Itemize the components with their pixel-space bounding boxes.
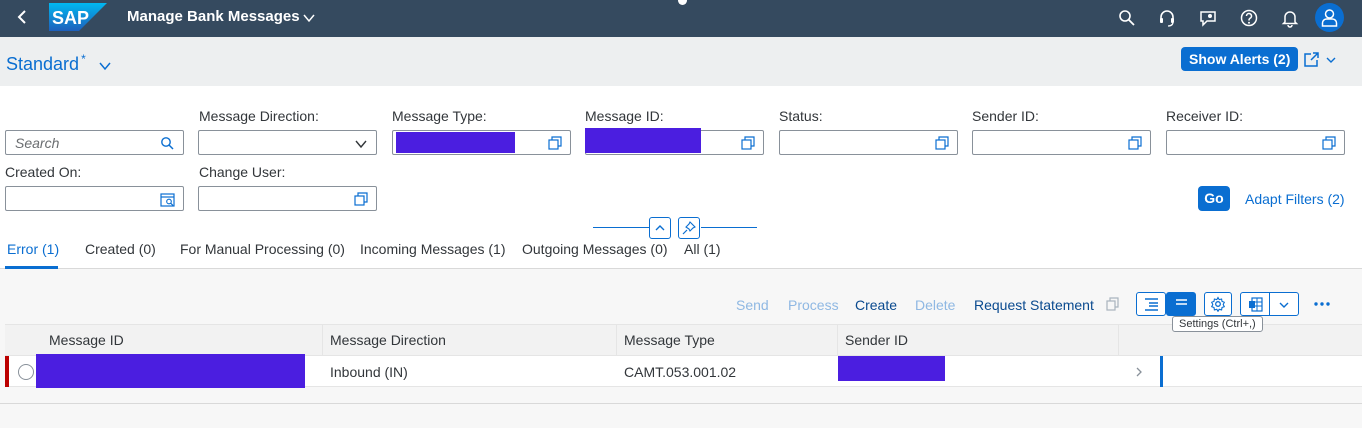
request-statement-button[interactable]: Request Statement bbox=[974, 297, 1094, 313]
redacted-value bbox=[396, 132, 515, 153]
row-focus-edge bbox=[1160, 356, 1163, 387]
pin-icon bbox=[682, 221, 696, 235]
collapse-header-button[interactable] bbox=[649, 217, 671, 239]
share-icon[interactable] bbox=[1302, 51, 1320, 69]
value-help-icon[interactable] bbox=[741, 136, 755, 150]
export-menu-button[interactable] bbox=[1269, 292, 1299, 316]
chevron-down-icon[interactable] bbox=[1325, 54, 1337, 66]
value-help-icon[interactable] bbox=[935, 136, 949, 150]
created-on-field[interactable] bbox=[5, 186, 184, 211]
back-icon[interactable] bbox=[14, 8, 32, 26]
value-help-icon[interactable] bbox=[1322, 136, 1336, 150]
redacted-value bbox=[585, 128, 701, 153]
settings-button[interactable] bbox=[1204, 292, 1232, 316]
user-avatar[interactable] bbox=[1315, 3, 1344, 32]
pin-header-button[interactable] bbox=[678, 217, 700, 239]
column-divider bbox=[322, 324, 323, 356]
receiver-id-field[interactable] bbox=[1166, 130, 1345, 155]
redacted-message-id bbox=[36, 354, 305, 388]
status-label: Status: bbox=[779, 108, 823, 124]
bell-icon[interactable] bbox=[1280, 8, 1300, 28]
message-type-field[interactable] bbox=[392, 130, 571, 155]
value-help-icon[interactable] bbox=[354, 192, 368, 206]
show-details-icon bbox=[1145, 298, 1158, 311]
calendar-icon[interactable] bbox=[160, 192, 175, 207]
change-user-field[interactable] bbox=[198, 186, 377, 211]
tab-incoming-messages[interactable]: Incoming Messages (1) bbox=[360, 241, 506, 257]
dynamic-page-header: Standard * Show Alerts (2) bbox=[0, 37, 1362, 86]
tab-created[interactable]: Created (0) bbox=[85, 241, 156, 257]
row-select-radio[interactable] bbox=[18, 364, 34, 380]
search-input[interactable]: Search bbox=[5, 130, 184, 155]
chevron-down-icon[interactable] bbox=[302, 11, 316, 25]
message-id-field[interactable] bbox=[585, 128, 764, 155]
sap-logo[interactable]: SAP bbox=[49, 3, 107, 31]
shell-bar: SAP Manage Bank Messages bbox=[0, 0, 1362, 37]
svg-text:SAP: SAP bbox=[52, 8, 89, 28]
delete-button[interactable]: Delete bbox=[915, 297, 955, 313]
column-divider bbox=[1118, 324, 1119, 356]
export-button[interactable] bbox=[1240, 292, 1270, 316]
redacted-sender-id bbox=[838, 356, 945, 381]
message-direction-label: Message Direction: bbox=[199, 108, 319, 124]
column-sender-id[interactable]: Sender ID bbox=[845, 332, 908, 348]
shell-indicator bbox=[678, 0, 687, 5]
column-divider bbox=[837, 324, 838, 356]
change-user-label: Change User: bbox=[199, 164, 286, 180]
value-help-icon[interactable] bbox=[1128, 136, 1142, 150]
column-message-id[interactable]: Message ID bbox=[49, 332, 124, 348]
column-divider bbox=[616, 324, 617, 356]
go-button[interactable]: Go bbox=[1198, 186, 1230, 211]
hide-details-button[interactable] bbox=[1166, 292, 1196, 316]
sender-id-label: Sender ID: bbox=[972, 108, 1039, 124]
header-divider bbox=[701, 227, 757, 228]
tab-error[interactable]: Error (1) bbox=[7, 241, 59, 257]
value-help-icon[interactable] bbox=[548, 136, 562, 150]
headset-icon[interactable] bbox=[1157, 8, 1177, 28]
excel-export-icon bbox=[1249, 297, 1263, 312]
sender-id-field[interactable] bbox=[972, 130, 1151, 155]
create-button[interactable]: Create bbox=[855, 297, 897, 313]
created-on-label: Created On: bbox=[5, 164, 82, 180]
column-message-direction[interactable]: Message Direction bbox=[330, 332, 446, 348]
search-icon[interactable] bbox=[160, 136, 174, 150]
message-direction-select[interactable] bbox=[198, 130, 377, 155]
app-title[interactable]: Manage Bank Messages bbox=[127, 8, 300, 25]
show-alerts-button[interactable]: Show Alerts (2) bbox=[1181, 47, 1299, 71]
tab-manual-processing[interactable]: For Manual Processing (0) bbox=[180, 241, 345, 257]
variant-title[interactable]: Standard * bbox=[6, 52, 86, 75]
error-highlight bbox=[5, 356, 9, 387]
search-icon[interactable] bbox=[1117, 8, 1137, 28]
chevron-up-icon bbox=[655, 225, 665, 231]
adapt-filters-button[interactable]: Adapt Filters (2) bbox=[1245, 191, 1345, 207]
copy-icon[interactable] bbox=[1106, 297, 1120, 311]
show-details-button[interactable] bbox=[1136, 292, 1166, 316]
column-message-type[interactable]: Message Type bbox=[624, 332, 715, 348]
chevron-down-icon[interactable] bbox=[98, 59, 112, 73]
tab-all[interactable]: All (1) bbox=[684, 241, 721, 257]
tab-outgoing-messages[interactable]: Outgoing Messages (0) bbox=[522, 241, 668, 257]
feedback-icon[interactable] bbox=[1198, 8, 1218, 28]
gear-icon bbox=[1210, 296, 1226, 312]
table-row-filler bbox=[1162, 356, 1362, 387]
navigation-chevron-icon[interactable] bbox=[1134, 366, 1144, 378]
header-divider bbox=[593, 227, 649, 228]
table-bottom-divider bbox=[0, 403, 1362, 404]
status-field[interactable] bbox=[779, 130, 958, 155]
overflow-icon[interactable] bbox=[1313, 301, 1331, 307]
process-button[interactable]: Process bbox=[788, 297, 839, 313]
search-placeholder: Search bbox=[15, 135, 60, 151]
cell-message-direction: Inbound (IN) bbox=[330, 364, 408, 380]
chevron-down-icon bbox=[355, 140, 367, 149]
message-type-label: Message Type: bbox=[392, 108, 487, 124]
hide-details-icon bbox=[1176, 299, 1187, 305]
receiver-id-label: Receiver ID: bbox=[1166, 108, 1244, 124]
user-icon bbox=[1321, 9, 1338, 27]
chevron-down-icon bbox=[1279, 302, 1289, 308]
cell-message-type: CAMT.053.001.02 bbox=[624, 364, 737, 380]
help-icon[interactable] bbox=[1239, 8, 1259, 28]
message-id-label: Message ID: bbox=[585, 108, 664, 124]
settings-tooltip: Settings (Ctrl+,) bbox=[1172, 316, 1263, 332]
send-button[interactable]: Send bbox=[736, 297, 769, 313]
